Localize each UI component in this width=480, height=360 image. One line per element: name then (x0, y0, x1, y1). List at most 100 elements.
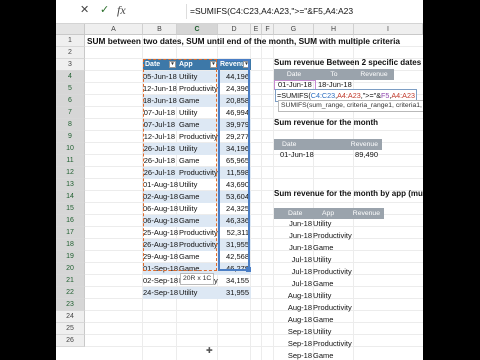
gridline (85, 226, 423, 227)
section3-date[interactable]: Aug-18 (274, 302, 312, 314)
row-header[interactable]: 21 (56, 275, 85, 287)
table-cell-date[interactable]: 24-Sep-18 (143, 287, 178, 299)
column-header-g[interactable]: G (274, 24, 314, 35)
gridline (85, 130, 423, 131)
section3-date[interactable]: Aug-18 (274, 314, 312, 326)
row-header[interactable]: 4 (56, 71, 85, 83)
section1-header-revenue: Revenue (354, 69, 394, 80)
row-header[interactable]: 24 (56, 311, 85, 323)
gridline (85, 310, 423, 311)
selection-size-tooltip: 20R x 1C (180, 273, 215, 285)
section1-title: Sum revenue Between 2 specific dates (274, 58, 422, 67)
row-header[interactable]: 20 (56, 263, 85, 275)
table-cell-app[interactable]: Utility (179, 287, 197, 299)
section3-app[interactable]: Utility (313, 218, 331, 230)
row-header[interactable]: 26 (56, 335, 85, 347)
gridline (261, 35, 262, 360)
gridline (85, 238, 423, 239)
section3-app[interactable]: Productivity (313, 266, 352, 278)
excel-window: ✕ ✓ fx =SUMIFS(C4:C23,A4:A23,">="&F5,A4:… (56, 0, 423, 360)
row-header[interactable]: 16 (56, 215, 85, 227)
gridline (85, 334, 423, 335)
row-header[interactable]: 13 (56, 179, 85, 191)
section3-date[interactable]: Jun-18 (274, 230, 312, 242)
range-highlight (143, 59, 217, 271)
column-header-d[interactable]: D (218, 24, 251, 35)
section3-app[interactable]: Productivity (313, 230, 352, 242)
section2-revenue: 89,490 (355, 150, 378, 159)
table-cell-revenue[interactable]: 31,955 (218, 287, 249, 299)
column-header-a[interactable]: A (85, 24, 143, 35)
gridline (85, 346, 423, 347)
section3-date[interactable]: Jul-18 (274, 266, 312, 278)
select-all-corner[interactable] (56, 24, 85, 35)
formula-ref-a2: A4:A23 (391, 91, 415, 100)
column-header-c[interactable]: C (177, 24, 218, 35)
row-header[interactable]: 22 (56, 287, 85, 299)
section3-app[interactable]: Game (313, 350, 333, 360)
column-header-b[interactable]: B (143, 24, 177, 35)
section3-date[interactable]: Jul-18 (274, 254, 312, 266)
gridline (85, 274, 423, 275)
row-header[interactable]: 14 (56, 191, 85, 203)
gridline (85, 322, 423, 323)
column-header-e[interactable]: E (251, 24, 262, 35)
section3-date[interactable]: Jun-18 (274, 242, 312, 254)
function-argument-tooltip: SUMIFS(sum_range, criteria_range1, crite… (278, 100, 423, 112)
row-header[interactable]: 12 (56, 167, 85, 179)
section2-title: Sum revenue for the month (274, 118, 379, 127)
formula-input[interactable]: =SUMIFS(C4:C23,A4:A23,">="&F5,A4:A23 (186, 4, 423, 19)
insert-function-icon[interactable]: fx (117, 4, 126, 16)
row-header[interactable]: 18 (56, 239, 85, 251)
section3-app[interactable]: Utility (313, 290, 331, 302)
row-header[interactable]: 11 (56, 155, 85, 167)
section3-app[interactable]: Utility (313, 254, 331, 266)
row-header[interactable]: 10 (56, 143, 85, 155)
cursor-cross-icon: ✚ (206, 346, 213, 355)
row-header[interactable]: 8 (56, 119, 85, 131)
row-header[interactable]: 1 (56, 35, 85, 47)
gridline (85, 250, 423, 251)
section3-app[interactable]: Game (313, 278, 333, 290)
column-header-i[interactable]: I (354, 24, 423, 35)
column-header-f[interactable]: F (262, 24, 274, 35)
formula-prefix: =SUMIFS( (277, 91, 311, 100)
cancel-icon[interactable]: ✕ (80, 5, 89, 16)
section3-title: Sum revenue for the month by app (multip… (274, 189, 423, 198)
row-header[interactable]: 9 (56, 131, 85, 143)
row-header[interactable]: 5 (56, 83, 85, 95)
row-header[interactable]: 17 (56, 227, 85, 239)
row-header[interactable]: 3 (56, 59, 85, 71)
section3-date[interactable]: Jul-18 (274, 278, 312, 290)
section3-date[interactable]: Aug-18 (274, 290, 312, 302)
selected-range[interactable] (218, 59, 250, 271)
table-cell-revenue[interactable]: 34,155 (218, 275, 249, 287)
section2-date[interactable]: 01-Jun-18 (280, 149, 314, 161)
table-cell-date[interactable]: 02-Sep-18 (143, 275, 178, 287)
sheet-title: SUM between two dates, SUM until end of … (87, 36, 400, 46)
row-header[interactable]: 15 (56, 203, 85, 215)
row-header[interactable]: 19 (56, 251, 85, 263)
section3-app[interactable]: Game (313, 242, 333, 254)
row-header[interactable]: 7 (56, 107, 85, 119)
column-header-h[interactable]: H (314, 24, 354, 35)
section3-app[interactable]: Utility (313, 326, 331, 338)
section3-header-revenue: Revenue (342, 208, 384, 219)
fill-handle[interactable] (246, 267, 251, 272)
gridline (85, 262, 423, 263)
section3-date[interactable]: Jun-18 (274, 218, 312, 230)
row-header[interactable]: 25 (56, 323, 85, 335)
row-header[interactable]: 23 (56, 299, 85, 311)
section3-app[interactable]: Productivity (313, 338, 352, 350)
formula-mid: ,">="& (360, 91, 381, 100)
gridline (85, 166, 423, 167)
enter-check-icon[interactable]: ✓ (100, 5, 109, 16)
section3-app[interactable]: Game (313, 314, 333, 326)
section3-date[interactable]: Sep-18 (274, 326, 312, 338)
section3-date[interactable]: Sep-18 (274, 338, 312, 350)
row-header[interactable]: 2 (56, 47, 85, 59)
section3-app[interactable]: Productivity (313, 302, 352, 314)
row-header[interactable]: 6 (56, 95, 85, 107)
formula-ref-a: A4:A23 (337, 91, 361, 100)
section3-date[interactable]: Sep-18 (274, 350, 312, 360)
